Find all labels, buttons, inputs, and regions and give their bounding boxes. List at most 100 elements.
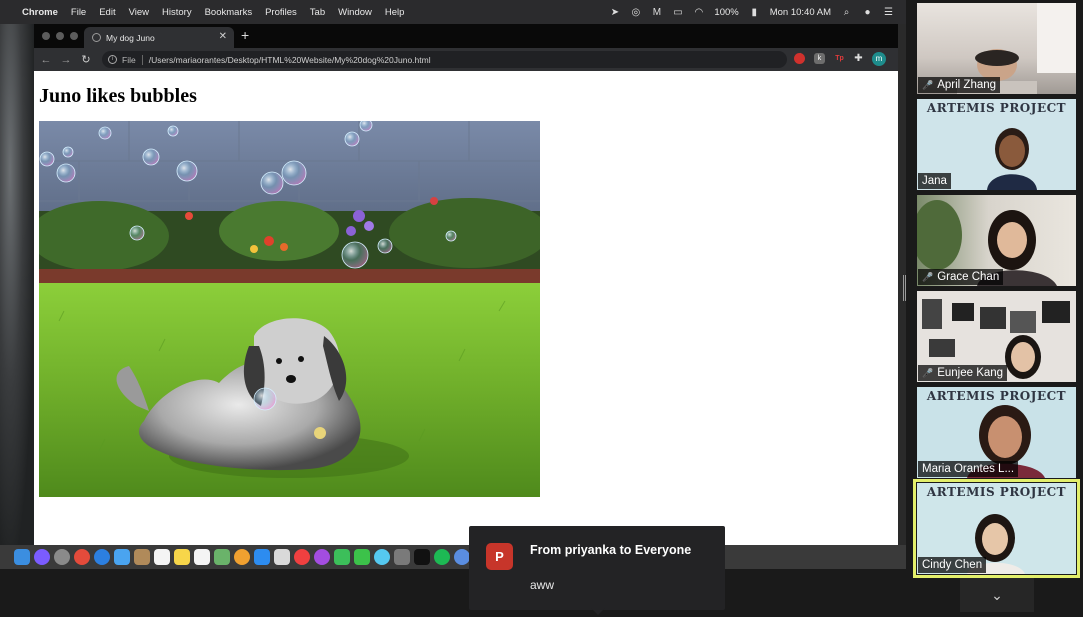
participant-tile-maria-orantes[interactable]: ARTEMIS PROJECT Maria Orantes L... <box>917 387 1076 478</box>
url-scheme: File <box>122 54 136 65</box>
participant-name-tag: Jana <box>918 173 951 189</box>
participant-name: Cindy Chen <box>922 559 983 571</box>
clock[interactable]: Mon 10:40 AM <box>770 7 831 18</box>
extensions-puzzle-icon[interactable]: ✚ <box>853 53 864 64</box>
participant-tile-eunjee-kang[interactable]: 🎤 Eunjee Kang <box>917 291 1076 382</box>
chat-sender: From priyanka to Everyone <box>530 543 692 557</box>
notes-icon[interactable] <box>174 549 190 565</box>
participant-name: April Zhang <box>937 79 997 91</box>
address-bar[interactable]: i File /Users/mariaorantes/Desktop/HTML%… <box>102 51 805 68</box>
malwarebytes-icon[interactable]: M <box>651 7 662 18</box>
web-page: Juno likes bubbles <box>34 71 898 545</box>
messages-icon[interactable] <box>374 549 390 565</box>
extension-k-icon[interactable]: k <box>814 53 825 64</box>
extension-shield-icon[interactable] <box>794 53 805 64</box>
menu-history[interactable]: History <box>162 7 192 18</box>
preview-icon[interactable] <box>274 549 290 565</box>
close-window-button[interactable] <box>42 32 50 40</box>
menu-help[interactable]: Help <box>385 7 405 18</box>
wifi-icon[interactable]: ◠ <box>693 7 704 18</box>
divider <box>141 54 143 65</box>
participant-name: Jana <box>922 175 947 187</box>
creative-cloud-icon[interactable]: ◎ <box>630 7 641 18</box>
launchpad-icon[interactable] <box>54 549 70 565</box>
menu-app-name[interactable]: Chrome <box>22 7 58 18</box>
location-icon[interactable]: ➤ <box>609 7 620 18</box>
apple-tv-icon[interactable] <box>414 549 430 565</box>
app-store-icon[interactable] <box>254 549 270 565</box>
control-center-icon[interactable]: ☰ <box>883 7 894 18</box>
status-area: ➤ ◎ M ▭ ◠ 100% ▮ Mon 10:40 AM ⌕ ● ☰ <box>609 0 894 24</box>
mail-icon[interactable] <box>114 549 130 565</box>
menu-edit[interactable]: Edit <box>99 7 115 18</box>
split-view-handle[interactable] <box>903 275 906 301</box>
participant-tile-jana[interactable]: ARTEMIS PROJECT Jana <box>917 99 1076 190</box>
system-preferences-icon[interactable] <box>394 549 410 565</box>
participant-tile-april-zhang[interactable]: 🎤 April Zhang <box>917 3 1076 94</box>
numbers-icon[interactable] <box>334 549 350 565</box>
participant-name-tag: 🎤 Eunjee Kang <box>918 365 1008 381</box>
menu-tab[interactable]: Tab <box>310 7 325 18</box>
mac-dock <box>0 545 906 569</box>
participant-name-tag: 🎤 Grace Chan <box>918 269 1004 285</box>
tab-my-dog-juno[interactable]: My dog Juno ✕ <box>84 27 234 48</box>
screen: Chrome File Edit View History Bookmarks … <box>0 0 1083 617</box>
menu-view[interactable]: View <box>129 7 149 18</box>
dog-photo <box>39 121 540 497</box>
chat-notification[interactable]: P From priyanka to Everyone aww <box>469 526 725 615</box>
participant-name-tag: Maria Orantes L... <box>918 461 1019 477</box>
profile-avatar[interactable]: m <box>872 52 886 66</box>
reload-icon[interactable]: ↻ <box>76 53 96 66</box>
info-icon[interactable]: i <box>108 55 117 64</box>
maps-icon[interactable] <box>214 549 230 565</box>
minimize-window-button[interactable] <box>56 32 64 40</box>
siri-icon[interactable]: ● <box>862 7 873 18</box>
battery-icon[interactable]: ▮ <box>749 7 760 18</box>
muted-mic-icon: 🎤 <box>922 368 934 378</box>
zoom-window-button[interactable] <box>70 32 78 40</box>
participant-name-tag: Cindy Chen <box>918 557 987 573</box>
new-tab-button[interactable]: + <box>241 27 249 43</box>
extension-tp-icon[interactable]: Tp <box>834 53 845 64</box>
desktop-wallpaper <box>0 20 34 545</box>
close-icon[interactable]: ✕ <box>219 31 227 42</box>
menu-window[interactable]: Window <box>338 7 372 18</box>
zoom-icon[interactable] <box>454 549 470 565</box>
finder-icon[interactable] <box>14 549 30 565</box>
menu-file[interactable]: File <box>71 7 86 18</box>
sender-avatar: P <box>486 543 513 570</box>
participant-name: Eunjee Kang <box>937 367 1004 379</box>
collapse-chevron-icon[interactable]: ⌄ <box>960 578 1034 612</box>
menu-profiles[interactable]: Profiles <box>265 7 297 18</box>
menu-bookmarks[interactable]: Bookmarks <box>205 7 253 18</box>
muted-mic-icon: 🎤 <box>922 272 934 282</box>
display-icon[interactable]: ▭ <box>672 7 683 18</box>
browser-toolbar: ← → ↻ i File /Users/mariaorantes/Desktop… <box>34 48 898 71</box>
page-heading: Juno likes bubbles <box>39 85 197 107</box>
calendar-icon[interactable] <box>154 549 170 565</box>
siri-dock-icon[interactable] <box>34 549 50 565</box>
mac-menu-bar: Chrome File Edit View History Bookmarks … <box>0 0 906 24</box>
tab-title: My dog Juno <box>106 32 155 43</box>
podcasts-icon[interactable] <box>314 549 330 565</box>
spotify-icon[interactable] <box>434 549 450 565</box>
news-icon[interactable] <box>294 549 310 565</box>
url-text[interactable]: /Users/mariaorantes/Desktop/HTML%20Websi… <box>149 55 431 65</box>
contacts-icon[interactable] <box>134 549 150 565</box>
notification-pointer <box>591 608 605 615</box>
chrome-icon[interactable] <box>74 549 90 565</box>
participant-name-tag: 🎤 April Zhang <box>918 77 1001 93</box>
muted-mic-icon: 🎤 <box>922 80 934 90</box>
forward-arrow-icon[interactable]: → <box>56 54 76 66</box>
participant-name: Grace Chan <box>937 271 1000 283</box>
spotlight-icon[interactable]: ⌕ <box>841 7 852 18</box>
participant-tile-cindy-chen[interactable]: ARTEMIS PROJECT Cindy Chen <box>913 479 1080 578</box>
back-arrow-icon[interactable]: ← <box>36 54 56 66</box>
reminders-icon[interactable] <box>194 549 210 565</box>
participant-tile-grace-chan[interactable]: 🎤 Grace Chan <box>917 195 1076 286</box>
safari-icon[interactable] <box>94 549 110 565</box>
photos-icon[interactable] <box>234 549 250 565</box>
chat-message: aww <box>530 578 555 592</box>
globe-icon <box>92 33 101 42</box>
facetime-icon[interactable] <box>354 549 370 565</box>
